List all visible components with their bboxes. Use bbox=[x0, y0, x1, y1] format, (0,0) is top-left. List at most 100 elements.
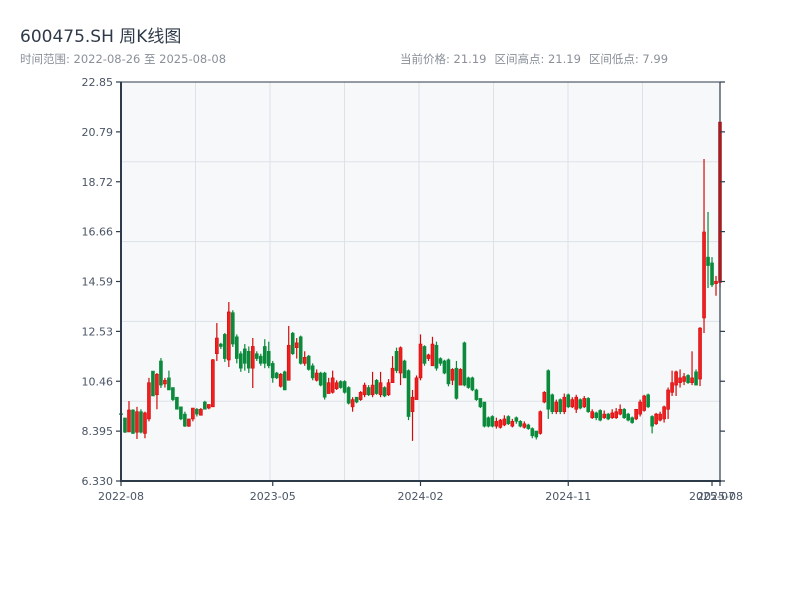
candle-body bbox=[646, 394, 650, 408]
candle-body bbox=[566, 394, 571, 408]
y-tick-label: 6.330 bbox=[82, 475, 114, 488]
candle bbox=[278, 373, 283, 388]
candle-body bbox=[246, 351, 251, 369]
candle-body bbox=[634, 408, 638, 420]
candle-body bbox=[470, 377, 475, 391]
candle-body bbox=[135, 411, 139, 433]
candle-body bbox=[286, 344, 291, 381]
candle-body bbox=[167, 377, 171, 391]
candle bbox=[322, 371, 327, 400]
candle bbox=[686, 374, 690, 384]
candle-body bbox=[666, 389, 670, 410]
candle bbox=[506, 415, 511, 425]
candle bbox=[422, 345, 427, 366]
candle-body bbox=[654, 413, 658, 425]
candle bbox=[638, 399, 642, 417]
candle-body bbox=[239, 353, 243, 369]
candle-body bbox=[266, 351, 271, 367]
candle-body bbox=[558, 399, 563, 412]
candle bbox=[298, 335, 303, 365]
candle-body bbox=[227, 311, 231, 361]
candle-body bbox=[434, 344, 439, 369]
candle-body bbox=[322, 372, 327, 398]
candle-body bbox=[298, 336, 303, 364]
candle-body bbox=[318, 372, 323, 386]
candle bbox=[402, 359, 407, 379]
candle-body bbox=[235, 336, 239, 359]
candle-body bbox=[250, 346, 255, 369]
candle-body bbox=[358, 392, 363, 400]
candle-body bbox=[274, 372, 279, 379]
candle bbox=[139, 409, 143, 434]
candle-body bbox=[362, 384, 367, 396]
candle bbox=[606, 412, 610, 421]
candle bbox=[282, 370, 287, 391]
candle-body bbox=[450, 369, 455, 381]
candle-body bbox=[163, 379, 167, 385]
candle-body bbox=[354, 396, 359, 403]
candle-body bbox=[442, 360, 447, 374]
candle-body bbox=[622, 408, 626, 419]
candle bbox=[642, 394, 646, 412]
candle-body bbox=[342, 381, 347, 393]
x-tick-label: 2022-08 bbox=[98, 490, 144, 503]
y-tick-label: 22.85 bbox=[82, 76, 114, 89]
candle-body bbox=[390, 367, 395, 383]
candle bbox=[698, 327, 702, 387]
candle-body bbox=[514, 417, 519, 422]
candle-body bbox=[446, 359, 451, 385]
candle bbox=[374, 379, 379, 395]
candle bbox=[231, 310, 235, 347]
candle-body bbox=[430, 343, 435, 367]
candle bbox=[338, 380, 343, 389]
candle bbox=[442, 359, 447, 375]
candle-body bbox=[534, 430, 539, 438]
candle bbox=[578, 398, 583, 410]
candle bbox=[175, 396, 179, 410]
candle-body bbox=[183, 413, 187, 427]
candle-body bbox=[710, 262, 714, 286]
candle-body bbox=[330, 377, 335, 393]
candle-body bbox=[562, 396, 567, 412]
x-tick-label: 2023-05 bbox=[250, 490, 296, 503]
candle-body bbox=[302, 357, 307, 364]
candle-body bbox=[550, 394, 555, 412]
candle-body bbox=[386, 382, 391, 396]
candle-body bbox=[574, 396, 579, 410]
candle-body bbox=[510, 421, 515, 427]
candle-body bbox=[215, 337, 219, 355]
candle-body bbox=[306, 355, 311, 370]
candle bbox=[382, 386, 387, 398]
candle-body bbox=[694, 371, 698, 386]
candle-body bbox=[454, 367, 459, 399]
candle-body bbox=[478, 398, 483, 408]
y-tick-label: 18.72 bbox=[82, 176, 114, 189]
candle-body bbox=[366, 387, 371, 396]
candle bbox=[558, 398, 563, 415]
candle bbox=[474, 388, 479, 401]
candle-body bbox=[179, 406, 183, 420]
candle bbox=[151, 370, 155, 397]
candle-body bbox=[191, 407, 195, 420]
candle-body bbox=[482, 401, 487, 427]
candle-body bbox=[127, 409, 131, 433]
candle-body bbox=[638, 401, 642, 415]
candle bbox=[446, 358, 451, 387]
candle bbox=[622, 408, 626, 419]
candle-body bbox=[670, 382, 674, 393]
candle bbox=[203, 400, 207, 410]
candle-body bbox=[714, 280, 718, 284]
candle bbox=[586, 397, 591, 413]
candle bbox=[626, 412, 630, 422]
candle bbox=[490, 415, 495, 428]
candle bbox=[274, 371, 279, 380]
candle-body bbox=[590, 411, 595, 419]
candle-body bbox=[486, 417, 491, 427]
candle bbox=[550, 393, 555, 415]
candle bbox=[478, 398, 483, 409]
candle-body bbox=[474, 389, 479, 400]
candle-body bbox=[582, 398, 587, 408]
candle-body bbox=[131, 409, 135, 434]
candle-body bbox=[414, 377, 419, 400]
candle-body bbox=[546, 370, 551, 410]
